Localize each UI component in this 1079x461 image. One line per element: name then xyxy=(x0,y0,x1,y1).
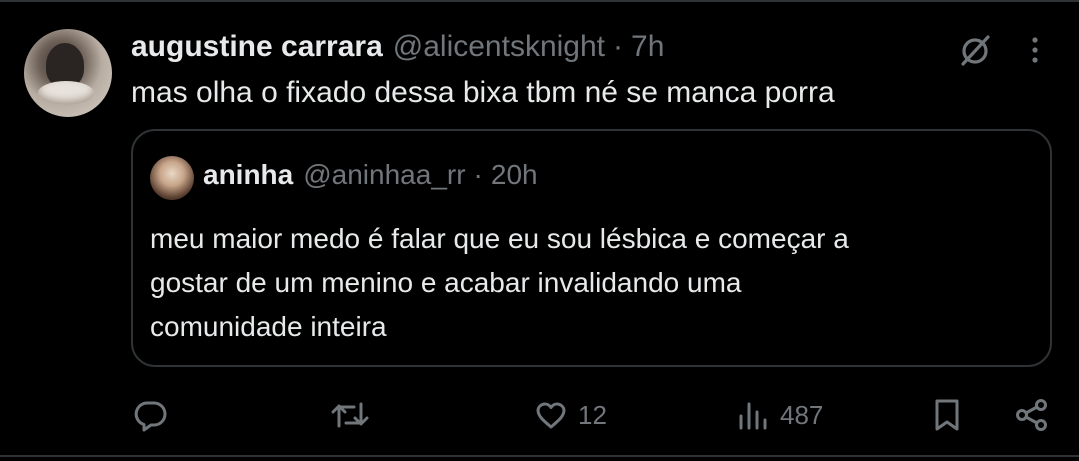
bookmark-icon xyxy=(935,399,959,431)
bottom-divider xyxy=(0,455,1079,457)
grok-icon[interactable] xyxy=(955,30,995,70)
author-name[interactable]: augustine carrara xyxy=(131,30,383,64)
tweet-action-bar: 12 487 xyxy=(0,390,1079,440)
quoted-tweet-header: aninha @aninhaa_rr · 20h xyxy=(203,159,538,195)
bookmark-button[interactable] xyxy=(932,390,962,440)
share-button[interactable] xyxy=(1014,390,1050,440)
retweet-button[interactable] xyxy=(330,390,380,440)
quoted-header-separator: · xyxy=(473,159,483,190)
tweet-text: mas olha o fixado dessa bixa tbm né se m… xyxy=(131,76,835,109)
share-icon xyxy=(1016,399,1047,431)
quoted-author-handle[interactable]: @aninhaa_rr xyxy=(303,159,465,191)
reply-button[interactable] xyxy=(134,390,178,440)
author-avatar[interactable] xyxy=(24,29,112,117)
header-separator: · xyxy=(613,30,624,63)
quoted-text-line: gostar de um menino e acabar invalidando… xyxy=(150,267,742,298)
avatar-collar xyxy=(38,81,94,105)
view-count: 487 xyxy=(780,399,824,430)
views-icon xyxy=(739,402,767,430)
quoted-tweet-card[interactable]: aninha @aninhaa_rr · 20h meu maior medo … xyxy=(131,129,1052,367)
reply-icon xyxy=(134,401,167,432)
retweet-icon xyxy=(331,402,369,428)
quoted-author-avatar[interactable] xyxy=(150,156,194,200)
more-icon[interactable] xyxy=(1022,30,1048,70)
like-button[interactable]: 12 xyxy=(534,390,607,440)
quoted-text-line: comunidade inteira xyxy=(150,311,387,342)
quoted-tweet-timestamp[interactable]: 20h xyxy=(491,159,538,191)
quoted-author-name[interactable]: aninha xyxy=(203,159,293,191)
author-handle[interactable]: @alicentsknight xyxy=(393,30,605,64)
heart-icon xyxy=(536,402,566,429)
quoted-tweet-text: meu maior medo é falar que eu sou lésbic… xyxy=(150,217,1030,349)
top-divider xyxy=(0,0,1079,2)
like-count: 12 xyxy=(578,399,607,430)
views-button[interactable]: 487 xyxy=(736,390,823,440)
tweet-header: augustine carrara @alicentsknight · 7h xyxy=(131,30,664,70)
quoted-text-line: meu maior medo é falar que eu sou lésbic… xyxy=(150,223,849,254)
tweet-timestamp[interactable]: 7h xyxy=(631,30,664,64)
